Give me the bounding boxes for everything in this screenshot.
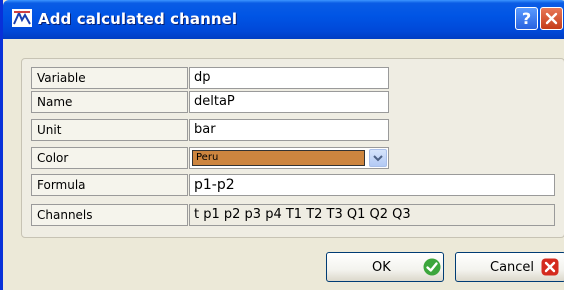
- channels-list: t p1 p2 p3 p4 T1 T2 T3 Q1 Q2 Q3: [189, 204, 555, 226]
- cancel-button-label: Cancel: [490, 259, 535, 275]
- color-select[interactable]: Peru: [189, 147, 389, 169]
- cancel-button[interactable]: Cancel: [455, 252, 564, 282]
- channels-label: Channels: [31, 204, 188, 226]
- title-bar[interactable]: Add calculated channel ?: [3, 0, 564, 39]
- close-icon: [545, 12, 558, 25]
- formula-label: Formula: [31, 174, 188, 196]
- chevron-down-icon: [373, 154, 383, 161]
- help-button[interactable]: ?: [515, 7, 538, 30]
- color-label: Color: [31, 147, 188, 169]
- cancel-x-icon: [541, 258, 559, 276]
- check-icon: [423, 258, 441, 276]
- name-field[interactable]: deltaP: [189, 91, 389, 113]
- color-swatch: Peru: [192, 150, 365, 166]
- formula-field[interactable]: p1-p2: [189, 174, 555, 196]
- dropdown-arrow-button[interactable]: [369, 149, 387, 167]
- close-button[interactable]: [540, 7, 563, 30]
- help-icon: ?: [521, 9, 532, 28]
- variable-field[interactable]: dp: [189, 67, 389, 89]
- ok-button[interactable]: OK: [326, 252, 444, 282]
- ok-button-label: OK: [372, 259, 391, 275]
- name-label: Name: [31, 91, 188, 113]
- unit-label: Unit: [31, 119, 188, 141]
- window-title: Add calculated channel: [38, 10, 238, 28]
- app-logo-icon: [12, 9, 32, 27]
- dialog-window: Add calculated channel ? Variable dp Nam…: [0, 0, 564, 290]
- unit-field[interactable]: bar: [189, 119, 389, 141]
- variable-label: Variable: [31, 67, 188, 89]
